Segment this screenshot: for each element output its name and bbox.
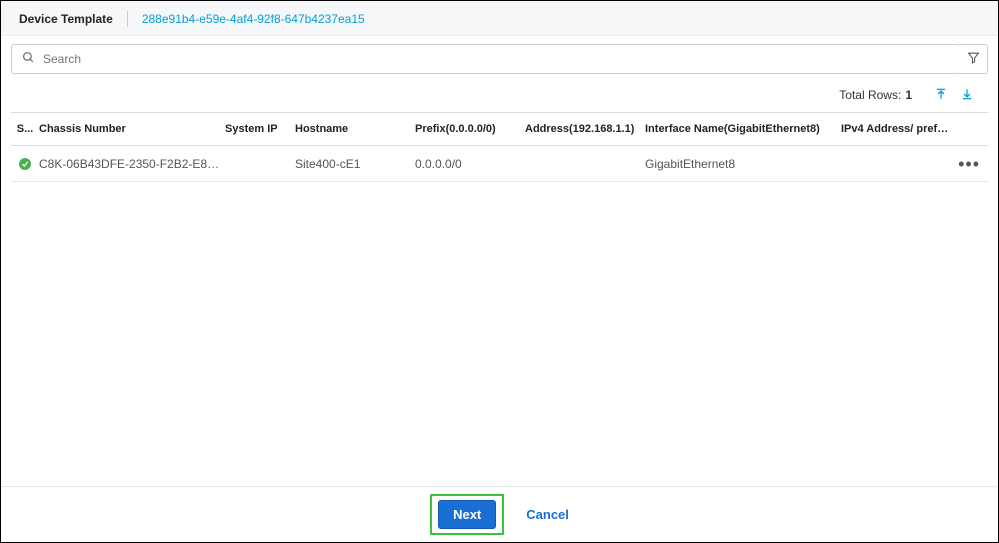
cell-actions: ••• [951,162,988,166]
next-button[interactable]: Next [438,500,496,529]
more-icon: ••• [958,154,980,174]
col-header-prefix[interactable]: Prefix(0.0.0.0/0) [415,123,525,135]
more-actions-button[interactable]: ••• [958,162,980,166]
cell-chassis: C8K-06B43DFE-2350-F2B2-E8E2-F80... [35,157,225,171]
total-rows-label: Total Rows: [839,88,901,102]
table: S... Chassis Number System IP Hostname P… [1,112,998,182]
upload-icon [934,87,948,104]
col-header-address[interactable]: Address(192.168.1.1) [525,123,645,135]
footer-bar: Next Cancel [1,486,998,542]
page-header: Device Template 288e91b4-e59e-4af4-92f8-… [1,1,998,36]
download-button[interactable] [956,84,978,106]
download-icon [960,87,974,104]
cell-hostname: Site400-cE1 [295,157,415,171]
cancel-button[interactable]: Cancel [526,507,569,522]
search-box[interactable] [11,44,961,74]
col-header-ipv4[interactable]: IPv4 Address/ prefix-le [841,123,951,135]
col-header-interface-name[interactable]: Interface Name(GigabitEthernet8) [645,123,841,135]
search-row [1,36,998,78]
filter-icon [967,51,980,67]
cell-interface-name: GigabitEthernet8 [645,157,841,171]
filter-button[interactable] [960,44,988,74]
next-highlight: Next [430,494,504,535]
search-icon [22,51,35,67]
device-template-label: Device Template [19,12,113,26]
cell-status [11,158,35,170]
table-row[interactable]: C8K-06B43DFE-2350-F2B2-E8E2-F80... Site4… [11,146,988,182]
template-id-link[interactable]: 288e91b4-e59e-4af4-92f8-647b4237ea15 [142,12,365,26]
divider [127,11,128,27]
table-info-row: Total Rows: 1 [1,78,998,112]
col-header-hostname[interactable]: Hostname [295,123,415,135]
total-rows-count: 1 [905,88,912,102]
cell-prefix: 0.0.0.0/0 [415,157,525,171]
search-input[interactable] [43,52,950,66]
col-header-system-ip[interactable]: System IP [225,123,295,135]
upload-button[interactable] [930,84,952,106]
table-header-row: S... Chassis Number System IP Hostname P… [11,112,988,146]
col-header-status[interactable]: S... [11,123,35,135]
status-success-icon [19,158,31,170]
col-header-chassis[interactable]: Chassis Number [35,123,225,135]
